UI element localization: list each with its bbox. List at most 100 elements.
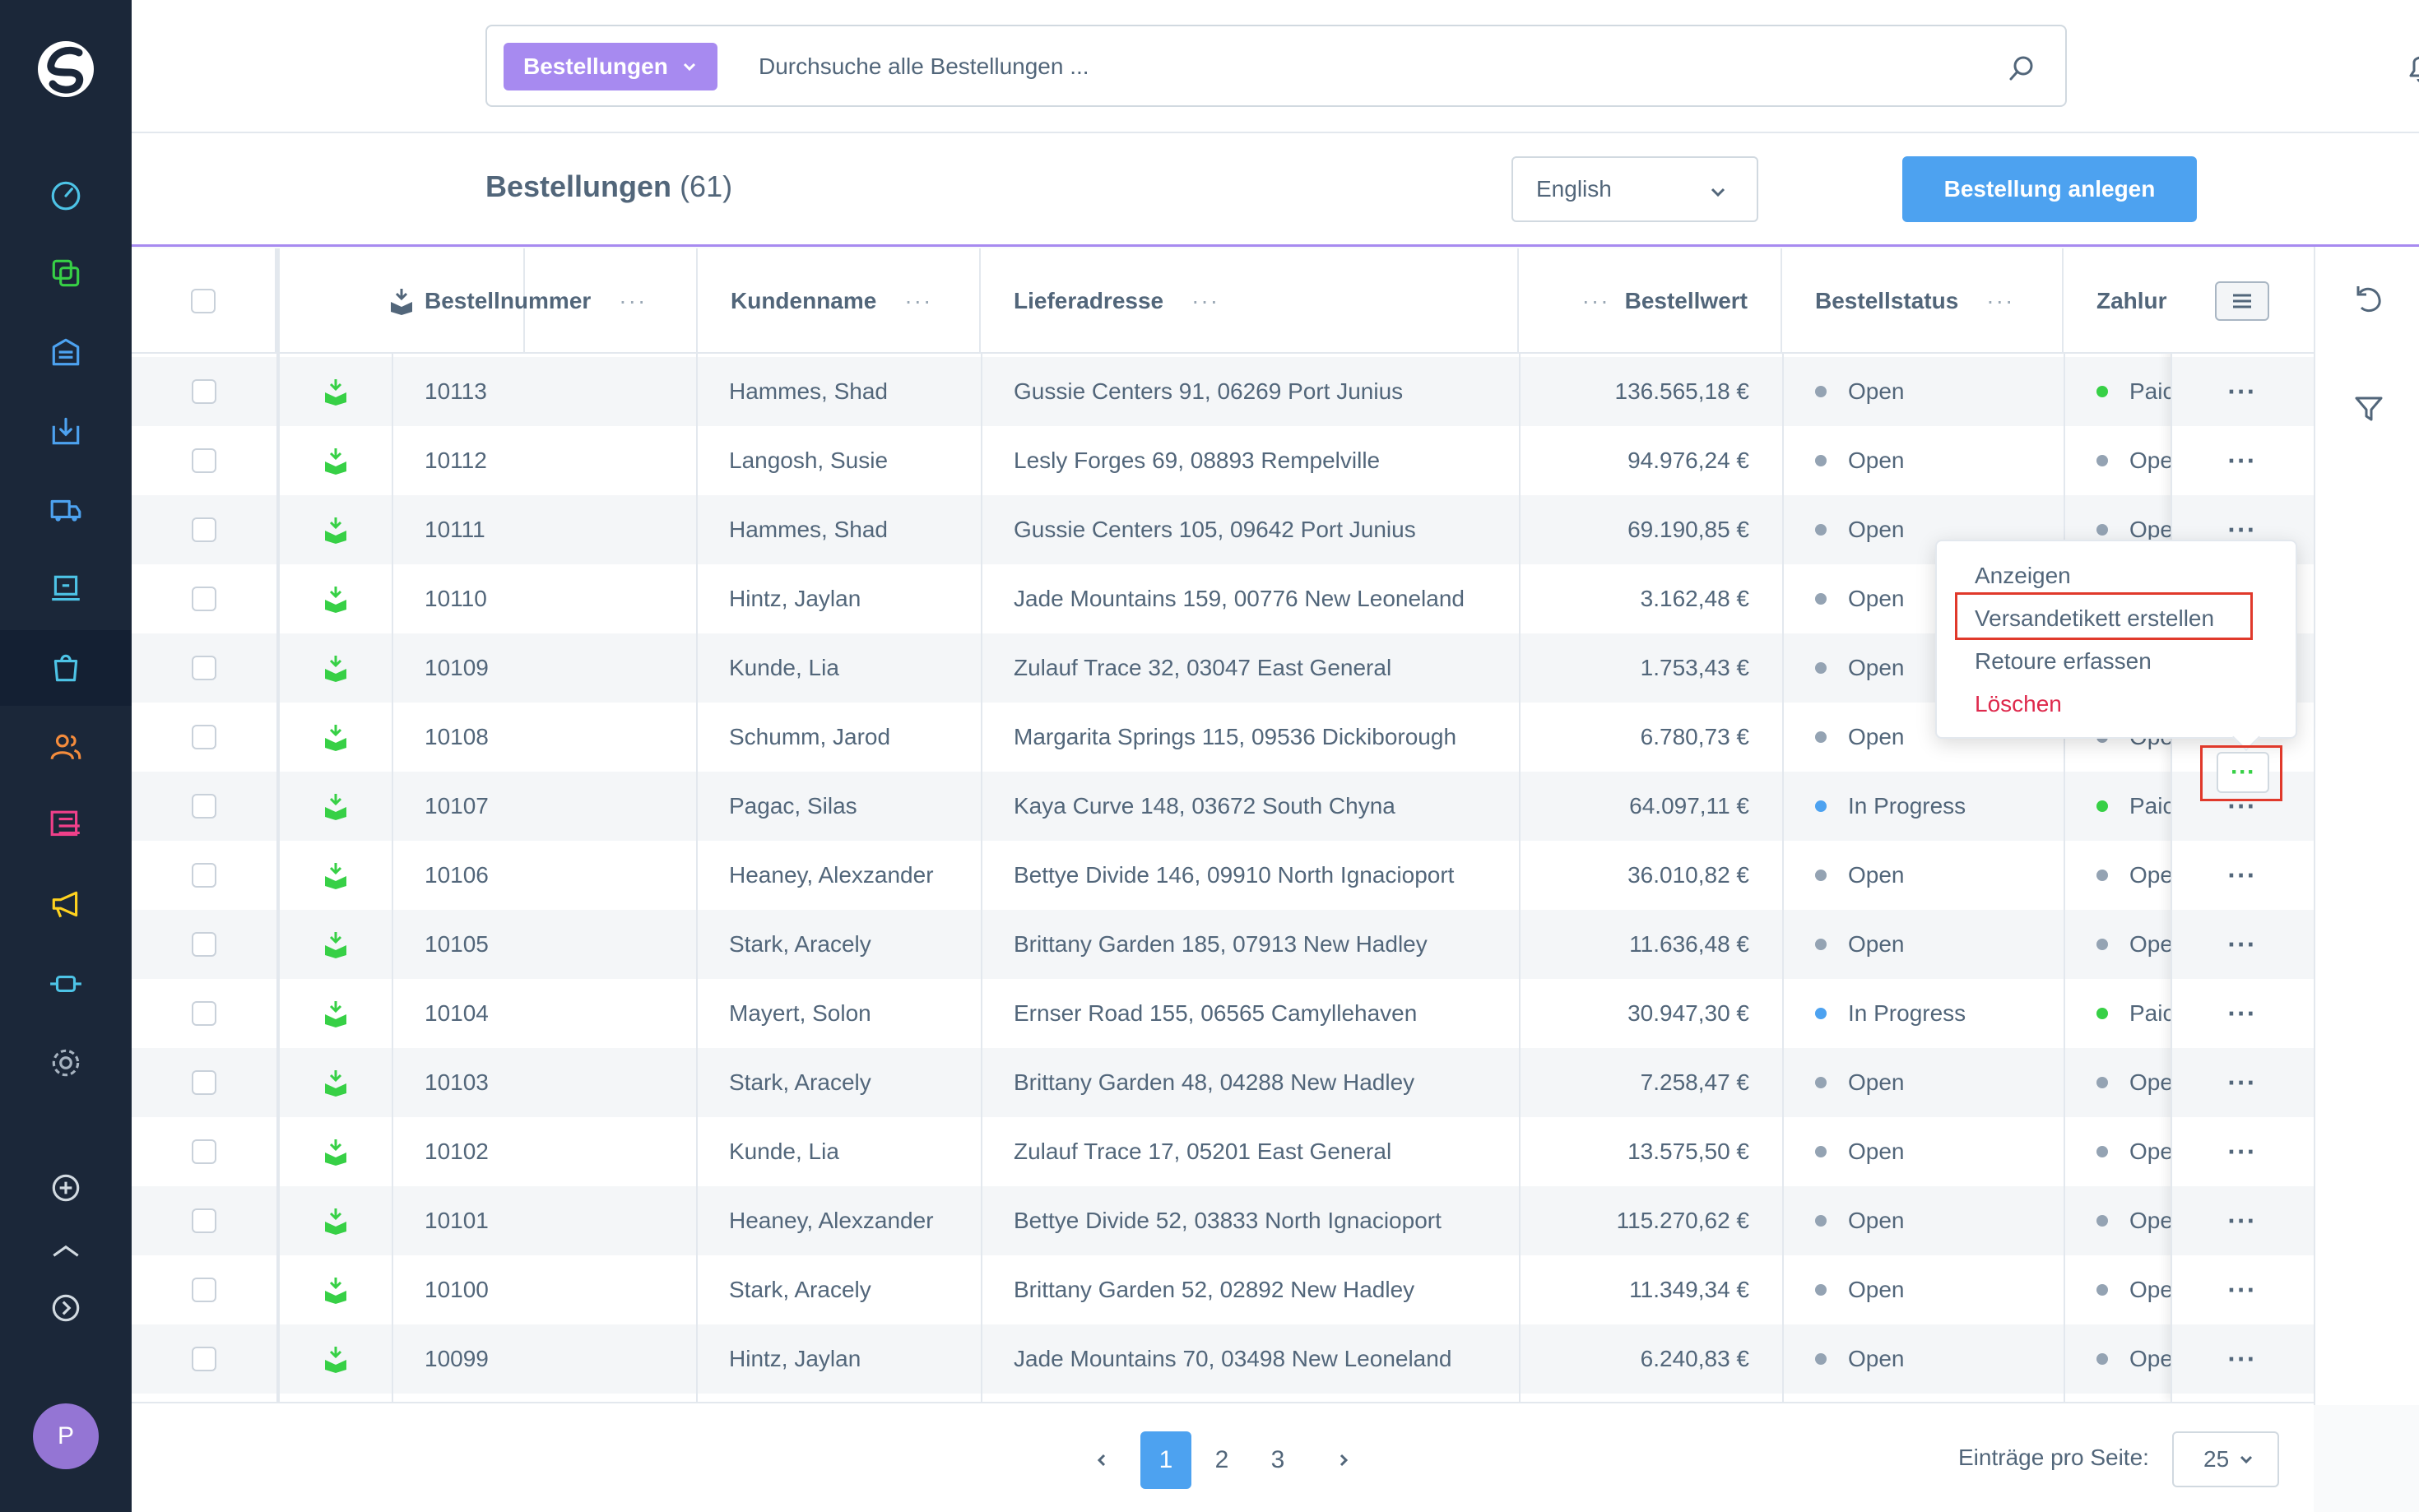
row-checkbox[interactable] — [192, 932, 216, 957]
column-options-icon[interactable]: ··· — [904, 288, 932, 314]
order-number-cell[interactable]: 10107 — [425, 772, 696, 841]
table-row[interactable]: 10105 Stark, Aracely Brittany Garden 185, … — [132, 910, 2314, 979]
col-header-customer[interactable]: Kundenname ··· — [696, 248, 981, 354]
row-checkbox[interactable] — [192, 656, 216, 680]
row-checkbox[interactable] — [192, 379, 216, 404]
row-checkbox[interactable] — [192, 448, 216, 473]
table-row[interactable]: 10106 Heaney, Alexzander Bettye Divide 146… — [132, 841, 2314, 910]
language-select[interactable]: English — [1511, 156, 1758, 222]
page-button-2[interactable]: 2 — [1196, 1431, 1247, 1489]
nav-expand[interactable] — [0, 1270, 132, 1346]
col-header-value[interactable]: ··· Bestellwert — [1519, 248, 1782, 354]
search-icon[interactable] — [2008, 54, 2036, 82]
order-number-cell[interactable]: 10100 — [425, 1255, 696, 1324]
nav-catalog[interactable] — [0, 235, 132, 311]
storefront-icon — [52, 338, 80, 366]
nav-marketing[interactable] — [0, 867, 132, 943]
order-number-cell[interactable]: 10108 — [425, 703, 696, 772]
search-input[interactable] — [759, 43, 1976, 90]
nav-settings[interactable] — [0, 1025, 132, 1101]
nav-orders[interactable] — [0, 630, 132, 706]
search-type-dropdown[interactable]: Bestellungen — [504, 43, 717, 90]
table-row[interactable]: 10112 Langosh, Susie Lesly Forges 69, 0889… — [132, 426, 2314, 495]
menu-item-view[interactable]: Anzeigen — [1975, 563, 2071, 589]
column-options-icon[interactable]: ··· — [1986, 288, 2014, 314]
order-number-cell[interactable]: 10103 — [425, 1048, 696, 1117]
row-actions-button[interactable]: ··· — [2228, 377, 2257, 407]
create-order-button[interactable]: Bestellung anlegen — [1902, 156, 2197, 222]
row-actions-button[interactable]: ··· — [2228, 1137, 2257, 1167]
table-row[interactable]: 10099 Hintz, Jaylan Jade Mountains 70, 034… — [132, 1324, 2314, 1394]
nav-inventory[interactable] — [0, 393, 132, 469]
menu-item-create-return[interactable]: Retoure erfassen — [1975, 648, 2152, 675]
page-button-3[interactable]: 3 — [1252, 1431, 1303, 1489]
nav-sales-channels[interactable] — [0, 314, 132, 390]
nav-dashboard[interactable] — [0, 156, 132, 232]
row-checkbox[interactable] — [192, 517, 216, 542]
refresh-icon[interactable] — [2352, 283, 2386, 318]
order-number-cell[interactable]: 10110 — [425, 564, 696, 633]
per-page-select[interactable]: 25 — [2172, 1431, 2279, 1487]
order-number-cell[interactable]: 10105 — [425, 910, 696, 979]
row-checkbox[interactable] — [192, 1139, 216, 1164]
nav-content[interactable] — [0, 788, 132, 864]
order-number-cell[interactable]: 10104 — [425, 979, 696, 1048]
table-row[interactable]: 10101 Heaney, Alexzander Bettye Divide 52,… — [132, 1186, 2314, 1255]
row-actions-button[interactable]: ··· — [2228, 1068, 2257, 1098]
nav-add[interactable] — [0, 1150, 132, 1226]
order-number-cell[interactable]: 10112 — [425, 426, 696, 495]
row-actions-button[interactable]: ··· — [2228, 1275, 2257, 1306]
row-actions-button[interactable]: ··· — [2228, 999, 2257, 1029]
order-number-cell[interactable]: 10113 — [425, 357, 696, 426]
order-number-cell[interactable]: 10106 — [425, 841, 696, 910]
select-all-checkbox[interactable] — [191, 289, 216, 313]
row-actions-button[interactable]: ··· — [2228, 1344, 2257, 1375]
prev-page-button[interactable] — [1076, 1431, 1127, 1489]
row-checkbox[interactable] — [192, 1208, 216, 1233]
row-checkbox[interactable] — [192, 1278, 216, 1302]
row-actions-button[interactable]: ··· — [2228, 446, 2257, 476]
row-checkbox[interactable] — [192, 1070, 216, 1095]
filter-icon[interactable] — [2352, 392, 2386, 426]
row-checkbox[interactable] — [192, 1347, 216, 1371]
nav-collapse-indicator[interactable] — [0, 1234, 132, 1267]
table-row[interactable]: 10107 Pagac, Silas Kaya Curve 148, 03672 S… — [132, 772, 2314, 841]
row-actions-button[interactable]: ··· — [2228, 860, 2257, 891]
table-row[interactable]: 10102 Kunde, Lia Zulauf Trace 17, 05201 Ea… — [132, 1117, 2314, 1186]
column-options-icon[interactable]: ··· — [1582, 288, 1610, 314]
nav-shipping[interactable] — [0, 472, 132, 548]
row-checkbox[interactable] — [192, 587, 216, 611]
col-header-number[interactable]: Bestellnummer ··· — [392, 248, 696, 354]
order-number-cell[interactable]: 10111 — [425, 495, 696, 564]
col-header-status[interactable]: Bestellstatus ··· — [1782, 248, 2064, 354]
order-number-cell[interactable]: 10109 — [425, 633, 696, 703]
row-checkbox[interactable] — [192, 725, 216, 749]
page-button-1[interactable]: 1 — [1140, 1431, 1191, 1489]
grid-settings-button[interactable] — [2215, 281, 2269, 321]
row-checkbox[interactable] — [192, 863, 216, 888]
user-avatar[interactable]: P — [33, 1403, 99, 1469]
column-options-icon[interactable]: ··· — [619, 288, 647, 314]
payment-status-cell: Ope — [2096, 1324, 2171, 1394]
row-actions-button[interactable]: ··· — [2228, 1206, 2257, 1236]
menu-item-delete[interactable]: Löschen — [1975, 691, 2062, 717]
table-row[interactable]: 10104 Mayert, Solon Ernser Road 155, 06565… — [132, 979, 2314, 1048]
col-header-address[interactable]: Lieferadresse ··· — [981, 248, 1519, 354]
next-page-button[interactable] — [1318, 1431, 1369, 1489]
row-checkbox[interactable] — [192, 794, 216, 819]
row-checkbox[interactable] — [192, 1001, 216, 1026]
nav-payments[interactable] — [0, 551, 132, 627]
row-actions-button[interactable]: ··· — [2228, 930, 2257, 960]
shopware-logo-icon[interactable] — [36, 39, 95, 99]
order-number-cell[interactable]: 10101 — [425, 1186, 696, 1255]
order-number-cell[interactable]: 10102 — [425, 1117, 696, 1186]
nav-extensions[interactable] — [0, 946, 132, 1022]
col-header-payment[interactable]: Zahlur — [2064, 248, 2171, 354]
order-number-cell[interactable]: 10099 — [425, 1324, 696, 1394]
nav-customers[interactable] — [0, 709, 132, 785]
column-options-icon[interactable]: ··· — [1191, 288, 1219, 314]
table-row[interactable]: 10100 Stark, Aracely Brittany Garden 52, 0… — [132, 1255, 2314, 1324]
bell-icon[interactable] — [2403, 48, 2419, 86]
table-row[interactable]: 10103 Stark, Aracely Brittany Garden 48, 0… — [132, 1048, 2314, 1117]
table-row[interactable]: 10113 Hammes, Shad Gussie Centers 91, 0626… — [132, 357, 2314, 426]
